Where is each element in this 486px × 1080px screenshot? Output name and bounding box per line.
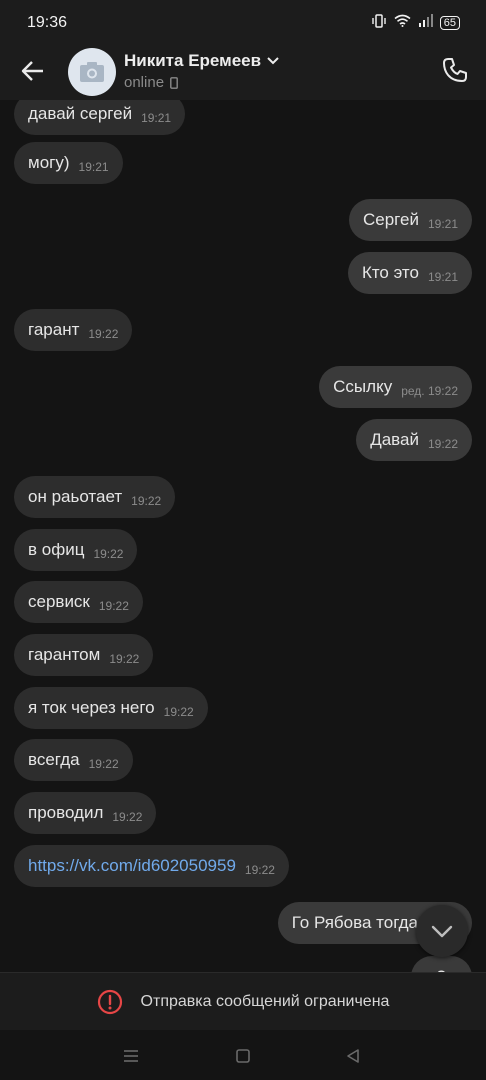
message-text: проводил <box>28 803 104 822</box>
phone-icon <box>443 58 467 82</box>
message-text: могу) <box>28 153 70 172</box>
system-nav-bar <box>0 1030 486 1080</box>
message-bubble[interactable]: гарантом 19:22 <box>14 634 154 676</box>
message-bubble[interactable]: он раьотает 19:22 <box>14 476 176 518</box>
message-time: 19:22 <box>93 547 124 561</box>
message-link[interactable]: https://vk.com/id602050959 <box>28 856 236 876</box>
message-text: Кто это <box>361 263 419 282</box>
message-text: Давай <box>370 430 419 449</box>
mobile-icon <box>170 76 178 89</box>
message-text: сервиск <box>28 592 90 611</box>
chat-header: Никита Еремеев online <box>0 46 486 100</box>
message-text: давай сергей <box>28 104 133 123</box>
wifi-icon <box>394 14 411 32</box>
message-text: он раьотает <box>28 487 123 506</box>
restricted-text: Отправка сообщений ограничена <box>140 992 390 1010</box>
back-button[interactable] <box>18 56 48 86</box>
message-text: в офиц <box>28 540 85 559</box>
message-time: 19:22 <box>112 810 143 824</box>
contact-status: online <box>124 74 178 91</box>
message-time: 19:22 <box>163 705 194 719</box>
message-list[interactable]: давай сергей 19:21 могу) 19:21 Сергей 19… <box>0 100 486 972</box>
signal-icon <box>418 14 433 32</box>
message-time: 19:22 <box>109 652 140 666</box>
status-time: 19:36 <box>27 14 68 31</box>
message-bubble[interactable]: я ток через него 19:22 <box>14 687 208 729</box>
warning-icon <box>97 989 122 1014</box>
message-time: 19:22 <box>244 863 275 877</box>
message-time: 19:22 <box>131 494 162 508</box>
message-bubble[interactable]: проводил 19:22 <box>14 792 157 834</box>
message-time: 19:22 <box>88 757 119 771</box>
message-bubble[interactable]: Кто это 19:21 <box>347 252 472 294</box>
nav-menu-button[interactable] <box>119 1044 143 1068</box>
message-bubble[interactable]: https://vk.com/id602050959 19:22 <box>14 845 289 887</box>
arrow-left-icon <box>21 61 43 81</box>
composer-restricted: Отправка сообщений ограничена <box>0 972 486 1030</box>
message-bubble[interactable]: Ссылку ред. 19:22 <box>319 366 472 408</box>
menu-icon <box>124 1050 138 1062</box>
message-bubble[interactable]: давай сергей 19:21 <box>14 100 186 135</box>
nav-home-button[interactable] <box>231 1044 255 1068</box>
contact-name-label: Никита Еремеев <box>124 51 262 70</box>
message-bubble[interactable]: гарант 19:22 <box>14 309 133 351</box>
message-time: 19:22 <box>88 327 119 341</box>
message-bubble[interactable]: в офиц 19:22 <box>14 529 138 571</box>
message-text: Ссылку <box>333 377 393 396</box>
message-bubble[interactable]: ? <box>410 956 472 972</box>
status-icons: 65 <box>371 13 460 33</box>
message-bubble[interactable]: Давай 19:22 <box>356 419 472 461</box>
message-time: 19:21 <box>427 217 458 231</box>
message-text: Го Рябова тогда <box>291 913 418 932</box>
message-bubble[interactable]: сервиск 19:22 <box>14 581 143 623</box>
message-time: 19:21 <box>141 111 172 125</box>
scroll-down-button[interactable] <box>416 905 468 957</box>
message-text: Сергей <box>363 210 419 229</box>
chevron-down-icon <box>431 925 453 937</box>
message-time: 19:21 <box>78 160 109 174</box>
avatar[interactable] <box>68 48 116 96</box>
call-button[interactable] <box>440 55 470 85</box>
message-time: ред. 19:22 <box>401 384 458 398</box>
message-bubble[interactable]: Сергей 19:21 <box>349 199 472 241</box>
vibrate-icon <box>371 13 387 33</box>
chevron-down-icon <box>267 57 279 65</box>
message-time: 19:22 <box>98 599 129 613</box>
message-bubble[interactable]: могу) 19:21 <box>14 142 123 184</box>
back-triangle-icon <box>347 1049 359 1063</box>
message-time: 19:22 <box>427 437 458 451</box>
nav-back-button[interactable] <box>341 1044 365 1068</box>
home-icon <box>236 1049 250 1063</box>
message-time: 19:21 <box>427 270 458 284</box>
camera-icon <box>80 62 104 82</box>
message-text: гарант <box>28 320 80 339</box>
message-bubble[interactable]: всегда 19:22 <box>14 739 133 781</box>
message-text: всегда <box>28 750 80 769</box>
message-text: гарантом <box>28 645 101 664</box>
battery-icon: 65 <box>439 16 460 30</box>
contact-name[interactable]: Никита Еремеев <box>124 51 279 71</box>
online-status: online <box>124 74 165 91</box>
message-text: я ток через него <box>28 698 155 717</box>
status-bar: 19:36 65 <box>0 0 486 46</box>
